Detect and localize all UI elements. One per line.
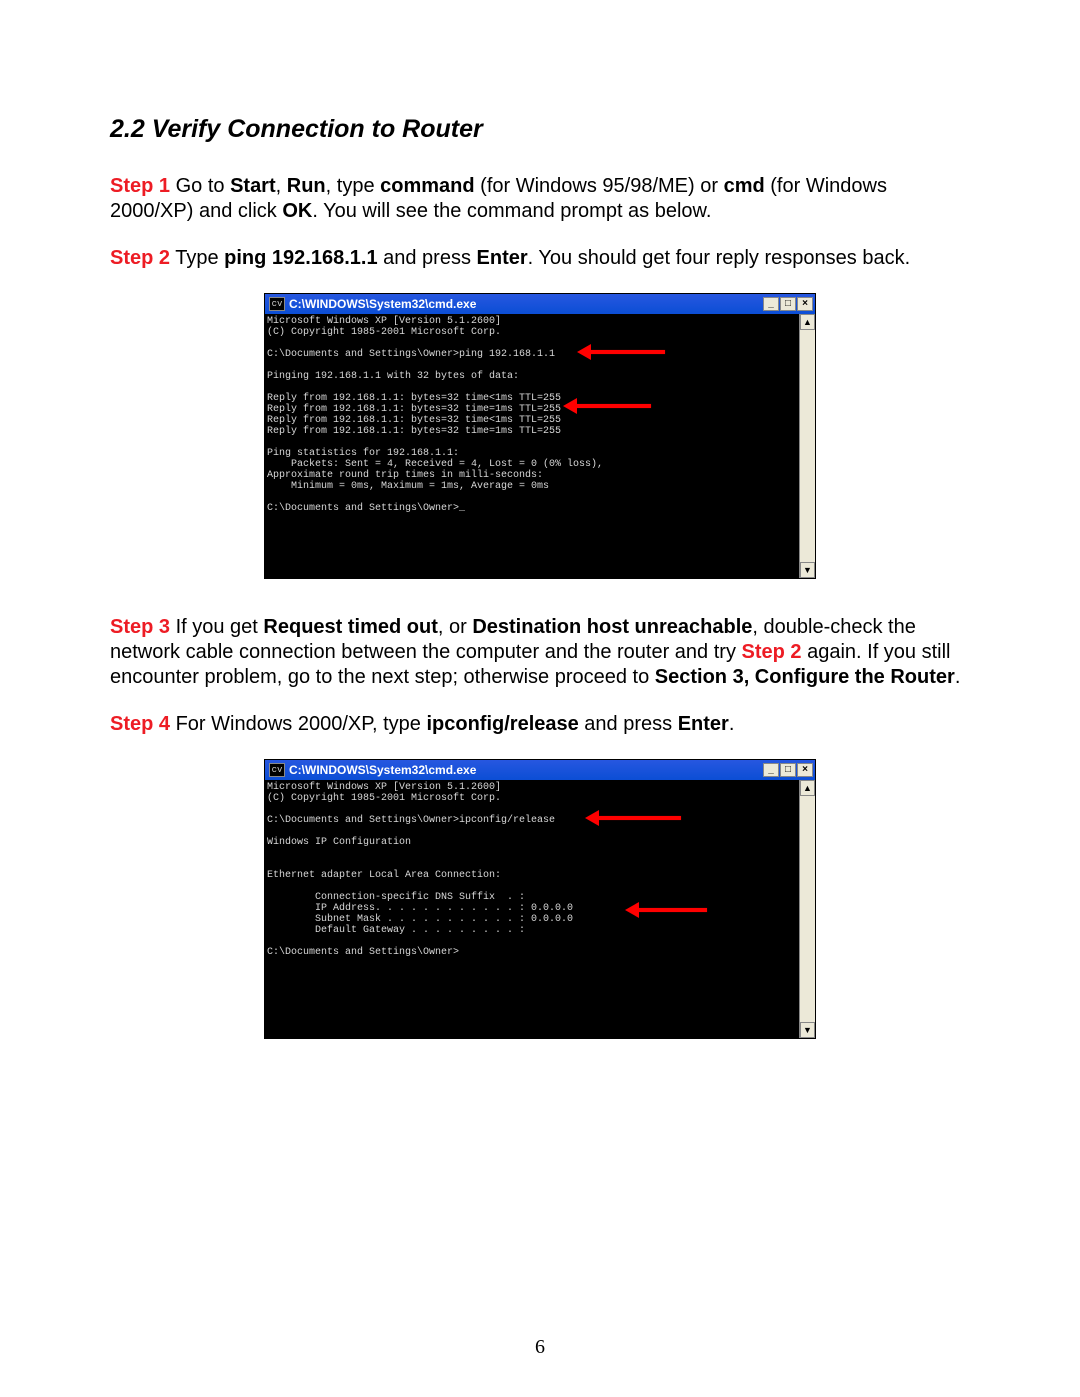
step-3-label: Step 3	[110, 616, 170, 638]
step-2-paragraph: Step 2 Type ping 192.168.1.1 and press E…	[110, 246, 970, 271]
text: ,	[276, 175, 287, 197]
bold-enter: Enter	[678, 713, 729, 735]
window-control-buttons: _ □ ×	[763, 297, 813, 311]
step-2-xref: Step 2	[742, 641, 802, 663]
vertical-scrollbar[interactable]: ▲ ▼	[799, 314, 815, 578]
minimize-button[interactable]: _	[763, 297, 779, 311]
document-page: 2.2 Verify Connection to Router Step 1 G…	[0, 0, 1080, 1397]
text: . You should get four reply responses ba…	[528, 247, 910, 269]
maximize-button[interactable]: □	[780, 763, 796, 777]
scroll-up-icon[interactable]: ▲	[800, 780, 815, 796]
step-4-paragraph: Step 4 For Windows 2000/XP, type ipconfi…	[110, 712, 970, 737]
red-arrow-icon	[589, 350, 665, 354]
maximize-button[interactable]: □	[780, 297, 796, 311]
bold-section-3: Section 3, Configure the Router	[655, 666, 955, 688]
cmd-app-icon: cv	[269, 763, 285, 777]
text: (for Windows 95/98/ME) or	[475, 175, 724, 197]
bold-command: command	[380, 175, 474, 197]
red-arrow-icon	[637, 908, 707, 912]
red-arrow-icon	[597, 816, 681, 820]
cmd-window-figure-1: cv C:\WINDOWS\System32\cmd.exe _ □ × Mic…	[264, 293, 816, 579]
text: Go to	[170, 175, 230, 197]
window-title-text: C:\WINDOWS\System32\cmd.exe	[289, 763, 763, 777]
text: For Windows 2000/XP, type	[170, 713, 426, 735]
text: .	[729, 713, 735, 735]
window-title-bar: cv C:\WINDOWS\System32\cmd.exe _ □ ×	[265, 294, 815, 314]
step-1-paragraph: Step 1 Go to Start, Run, type command (f…	[110, 174, 970, 224]
bold-dest-unreachable: Destination host unreachable	[472, 616, 752, 638]
red-arrow-icon	[575, 404, 651, 408]
text: , or	[438, 616, 472, 638]
scroll-up-icon[interactable]: ▲	[800, 314, 815, 330]
cmd-app-icon: cv	[269, 297, 285, 311]
bold-request-timed-out: Request timed out	[263, 616, 437, 638]
window-control-buttons: _ □ ×	[763, 763, 813, 777]
terminal-body-wrap: Microsoft Windows XP [Version 5.1.2600] …	[265, 314, 815, 578]
bold-cmd: cmd	[724, 175, 765, 197]
step-1-label: Step 1	[110, 175, 170, 197]
bold-ok: OK	[282, 200, 312, 222]
step-3-paragraph: Step 3 If you get Request timed out, or …	[110, 615, 970, 690]
bold-run: Run	[287, 175, 326, 197]
window-title-text: C:\WINDOWS\System32\cmd.exe	[289, 297, 763, 311]
text: If you get	[170, 616, 263, 638]
bold-ipconfig-release: ipconfig/release	[426, 713, 578, 735]
close-button[interactable]: ×	[797, 297, 813, 311]
bold-ping-cmd: ping 192.168.1.1	[224, 247, 377, 269]
text: .	[955, 666, 961, 688]
bold-enter: Enter	[477, 247, 528, 269]
scroll-down-icon[interactable]: ▼	[800, 562, 815, 578]
vertical-scrollbar[interactable]: ▲ ▼	[799, 780, 815, 1038]
minimize-button[interactable]: _	[763, 763, 779, 777]
terminal-body-wrap: Microsoft Windows XP [Version 5.1.2600] …	[265, 780, 815, 1038]
window-title-bar: cv C:\WINDOWS\System32\cmd.exe _ □ ×	[265, 760, 815, 780]
page-number: 6	[0, 1336, 1080, 1359]
bold-start: Start	[230, 175, 276, 197]
text: . You will see the command prompt as bel…	[312, 200, 711, 222]
terminal-output-1: Microsoft Windows XP [Version 5.1.2600] …	[265, 314, 799, 578]
text: and press	[579, 713, 678, 735]
text: Type	[170, 247, 224, 269]
cmd-window-figure-2: cv C:\WINDOWS\System32\cmd.exe _ □ × Mic…	[264, 759, 816, 1039]
step-2-label: Step 2	[110, 247, 170, 269]
close-button[interactable]: ×	[797, 763, 813, 777]
text: , type	[326, 175, 380, 197]
section-heading: 2.2 Verify Connection to Router	[110, 115, 970, 144]
step-4-label: Step 4	[110, 713, 170, 735]
terminal-output-2: Microsoft Windows XP [Version 5.1.2600] …	[265, 780, 799, 1038]
scroll-down-icon[interactable]: ▼	[800, 1022, 815, 1038]
text: and press	[378, 247, 477, 269]
